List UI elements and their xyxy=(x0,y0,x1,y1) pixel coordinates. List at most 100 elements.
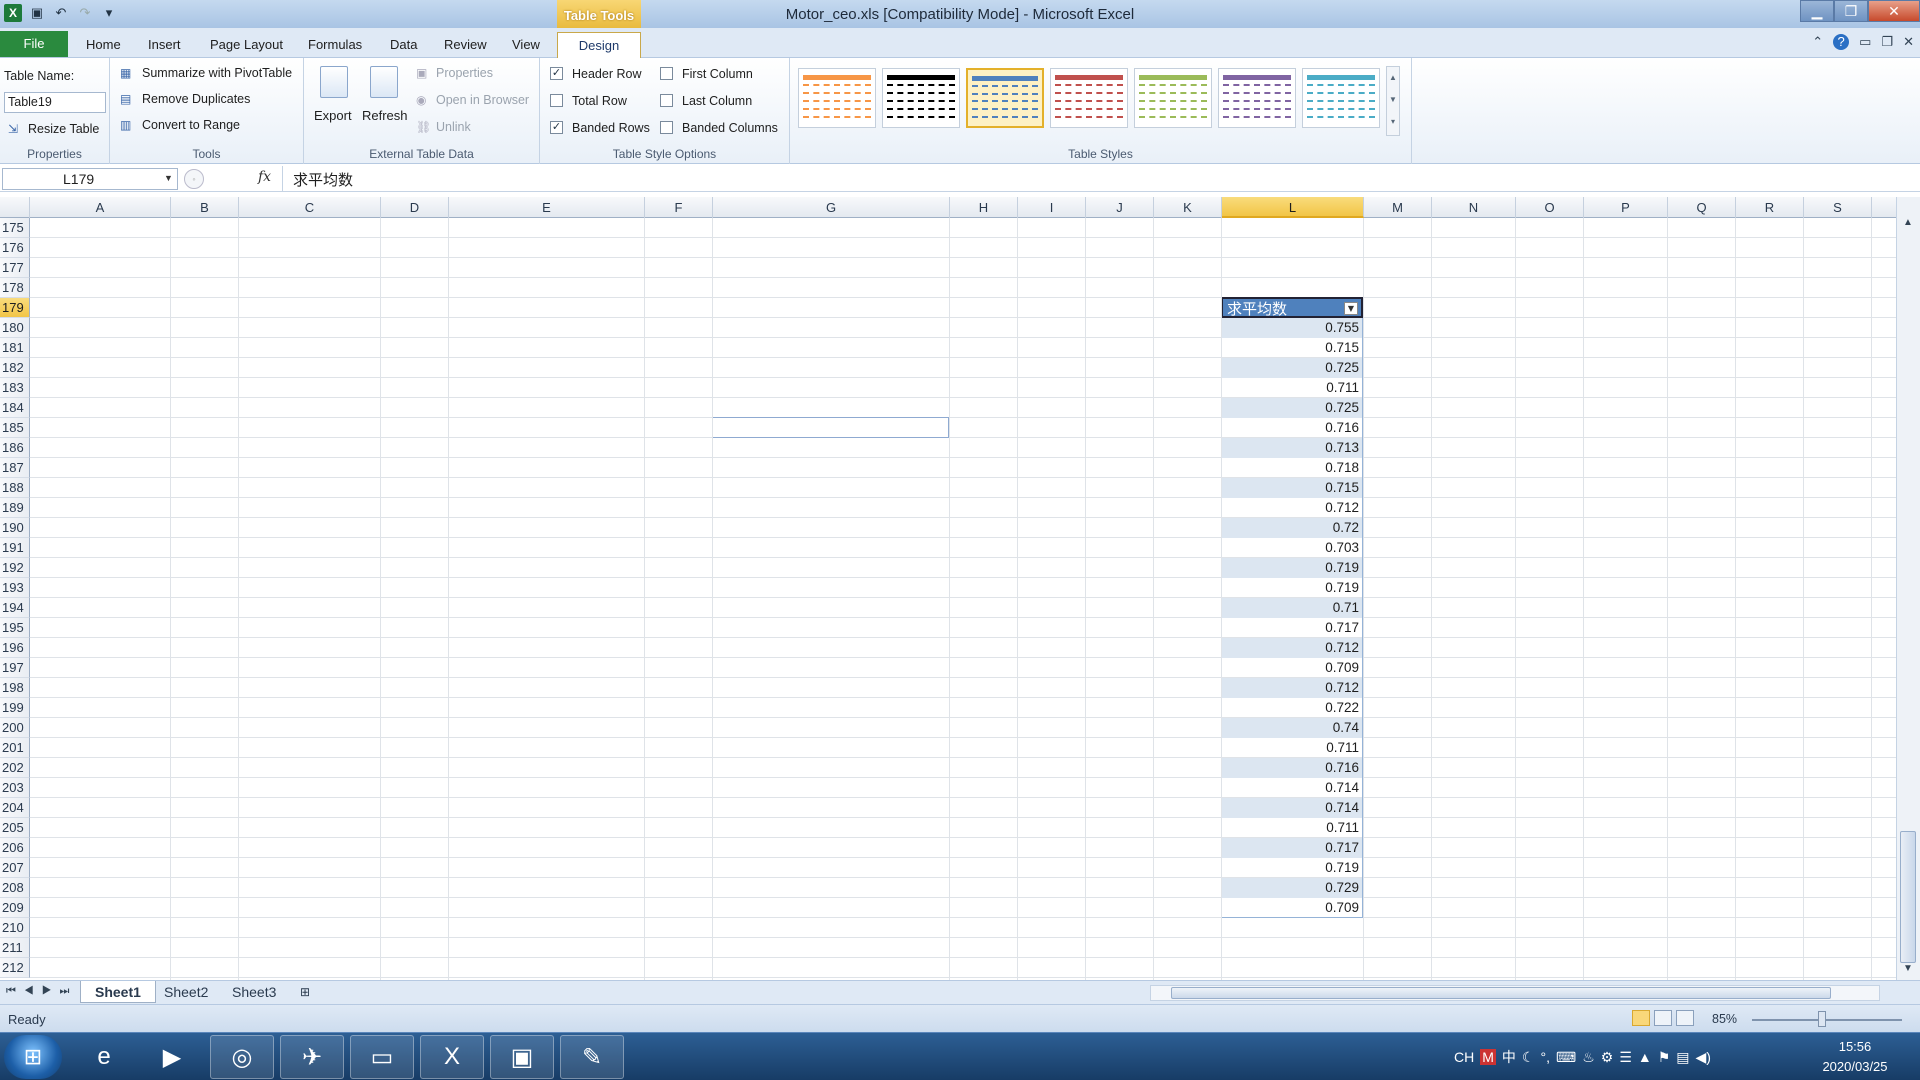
table-cell[interactable]: 0.709 xyxy=(1221,898,1363,918)
summarize-pivottable-button[interactable]: Summarize with PivotTable xyxy=(142,66,292,80)
row-header-200[interactable]: 200 xyxy=(0,718,30,738)
last-column-checkbox[interactable] xyxy=(660,94,673,107)
tab-page-layout[interactable]: Page Layout xyxy=(198,32,295,58)
zoom-slider-thumb[interactable] xyxy=(1818,1011,1826,1027)
internet-explorer-icon[interactable]: e xyxy=(72,1035,136,1079)
table-cell[interactable]: 0.714 xyxy=(1221,798,1363,818)
table-cell[interactable]: 0.711 xyxy=(1221,738,1363,758)
refresh-button[interactable]: Refresh xyxy=(362,108,408,123)
name-box-dropdown-icon[interactable]: ▼ xyxy=(164,173,173,183)
app-icon[interactable]: ✈ xyxy=(280,1035,344,1079)
table-cell[interactable]: 0.716 xyxy=(1221,758,1363,778)
column-header-p[interactable]: P xyxy=(1584,197,1668,218)
table-cell[interactable]: 0.712 xyxy=(1221,678,1363,698)
table-cell[interactable]: 0.755 xyxy=(1221,318,1363,338)
total-row-checkbox[interactable] xyxy=(550,94,563,107)
row-header-189[interactable]: 189 xyxy=(0,498,30,518)
row-header-211[interactable]: 211 xyxy=(0,938,30,958)
row-header-185[interactable]: 185 xyxy=(0,418,30,438)
row-header-191[interactable]: 191 xyxy=(0,538,30,558)
page-layout-view-button[interactable] xyxy=(1654,1010,1672,1026)
chrome-icon[interactable]: ◎ xyxy=(210,1035,274,1079)
column-header-h[interactable]: H xyxy=(950,197,1018,218)
zoom-level[interactable]: 85% xyxy=(1712,1012,1737,1026)
column-header-g[interactable]: G xyxy=(713,197,950,218)
column-header-e[interactable]: E xyxy=(449,197,645,218)
language-indicator[interactable]: CH xyxy=(1454,1049,1474,1065)
open-in-browser-button[interactable]: Open in Browser xyxy=(436,93,529,107)
name-box[interactable]: L179 xyxy=(2,168,178,190)
tab-data[interactable]: Data xyxy=(378,32,429,58)
insert-function-button[interactable]: fx xyxy=(258,169,271,185)
table-cell[interactable]: 0.71 xyxy=(1221,598,1363,618)
remove-duplicates-button[interactable]: Remove Duplicates xyxy=(142,92,250,106)
row-header-197[interactable]: 197 xyxy=(0,658,30,678)
column-header-o[interactable]: O xyxy=(1516,197,1584,218)
table-cell[interactable]: 0.712 xyxy=(1221,638,1363,658)
tab-view[interactable]: View xyxy=(500,32,552,58)
row-header-190[interactable]: 190 xyxy=(0,518,30,538)
header-row-checkbox[interactable]: ✓ xyxy=(550,67,563,80)
vertical-scrollbar[interactable]: ▲ ▼ xyxy=(1896,197,1920,980)
horizontal-scroll-thumb[interactable] xyxy=(1171,987,1831,999)
remote-desktop-icon[interactable]: ▣ xyxy=(490,1035,554,1079)
resize-table-button[interactable]: Resize Table xyxy=(28,122,99,136)
moon-icon[interactable]: ☾ xyxy=(1522,1049,1535,1066)
column-header-i[interactable]: I xyxy=(1018,197,1086,218)
table-style-swatch[interactable] xyxy=(882,68,960,128)
sheet-tab-1[interactable]: Sheet1 xyxy=(80,981,156,1003)
tab-design[interactable]: Design xyxy=(557,32,641,58)
table-style-swatch[interactable] xyxy=(798,68,876,128)
first-column-checkbox[interactable] xyxy=(660,67,673,80)
table-cell[interactable]: 0.713 xyxy=(1221,438,1363,458)
tab-review[interactable]: Review xyxy=(432,32,499,58)
vertical-scroll-thumb[interactable] xyxy=(1900,831,1916,963)
page-break-view-button[interactable] xyxy=(1676,1010,1694,1026)
table-cell[interactable]: 0.703 xyxy=(1221,538,1363,558)
sheet-nav-buttons[interactable]: ⏮◀▶⏭ xyxy=(6,985,77,998)
tray-app-icon[interactable]: ♨ xyxy=(1582,1049,1595,1066)
network-icon[interactable]: ▤ xyxy=(1676,1049,1689,1066)
column-header-r[interactable]: R xyxy=(1736,197,1804,218)
table-header-cell[interactable]: 求平均数 ▼ xyxy=(1221,297,1363,318)
punctuation-icon[interactable]: °, xyxy=(1540,1049,1550,1065)
table-style-swatch[interactable] xyxy=(966,68,1044,128)
row-header-184[interactable]: 184 xyxy=(0,398,30,418)
formula-bar-expand-icon[interactable]: ◦ xyxy=(184,169,204,189)
excel-taskbar-icon[interactable]: X xyxy=(420,1035,484,1079)
row-header-187[interactable]: 187 xyxy=(0,458,30,478)
filter-dropdown-icon[interactable]: ▼ xyxy=(1344,302,1358,315)
horizontal-scrollbar[interactable] xyxy=(1150,985,1880,1001)
tray-settings-icon[interactable]: ⚙ xyxy=(1601,1049,1614,1066)
row-header-204[interactable]: 204 xyxy=(0,798,30,818)
row-header-192[interactable]: 192 xyxy=(0,558,30,578)
row-header-194[interactable]: 194 xyxy=(0,598,30,618)
workbook-minimize-icon[interactable]: ▭ xyxy=(1859,34,1871,50)
row-header-205[interactable]: 205 xyxy=(0,818,30,838)
column-header-j[interactable]: J xyxy=(1086,197,1154,218)
table-cell[interactable]: 0.719 xyxy=(1221,578,1363,598)
zoom-slider[interactable] xyxy=(1752,1019,1902,1021)
column-header-a[interactable]: A xyxy=(30,197,171,218)
export-button[interactable]: Export xyxy=(314,108,352,123)
banded-columns-checkbox[interactable] xyxy=(660,121,673,134)
table-cell[interactable]: 0.717 xyxy=(1221,618,1363,638)
table-cell[interactable]: 0.74 xyxy=(1221,718,1363,738)
table-style-swatch[interactable] xyxy=(1050,68,1128,128)
paint-icon[interactable]: ✎ xyxy=(560,1035,624,1079)
column-header-l[interactable]: L xyxy=(1222,197,1364,218)
row-header-177[interactable]: 177 xyxy=(0,258,30,278)
gallery-scroll[interactable]: ▲ ▼ ▾ xyxy=(1386,66,1400,136)
row-header-199[interactable]: 199 xyxy=(0,698,30,718)
row-header-176[interactable]: 176 xyxy=(0,238,30,258)
start-button[interactable]: ⊞ xyxy=(4,1035,62,1079)
row-header-208[interactable]: 208 xyxy=(0,878,30,898)
table-cell[interactable]: 0.716 xyxy=(1221,418,1363,438)
column-header-c[interactable]: C xyxy=(239,197,381,218)
row-header-198[interactable]: 198 xyxy=(0,678,30,698)
table-style-swatch[interactable] xyxy=(1134,68,1212,128)
scroll-down-icon[interactable]: ▼ xyxy=(1903,963,1913,974)
table-name-input[interactable]: Table19 xyxy=(4,92,106,113)
scroll-up-icon[interactable]: ▲ xyxy=(1903,217,1913,228)
row-header-202[interactable]: 202 xyxy=(0,758,30,778)
